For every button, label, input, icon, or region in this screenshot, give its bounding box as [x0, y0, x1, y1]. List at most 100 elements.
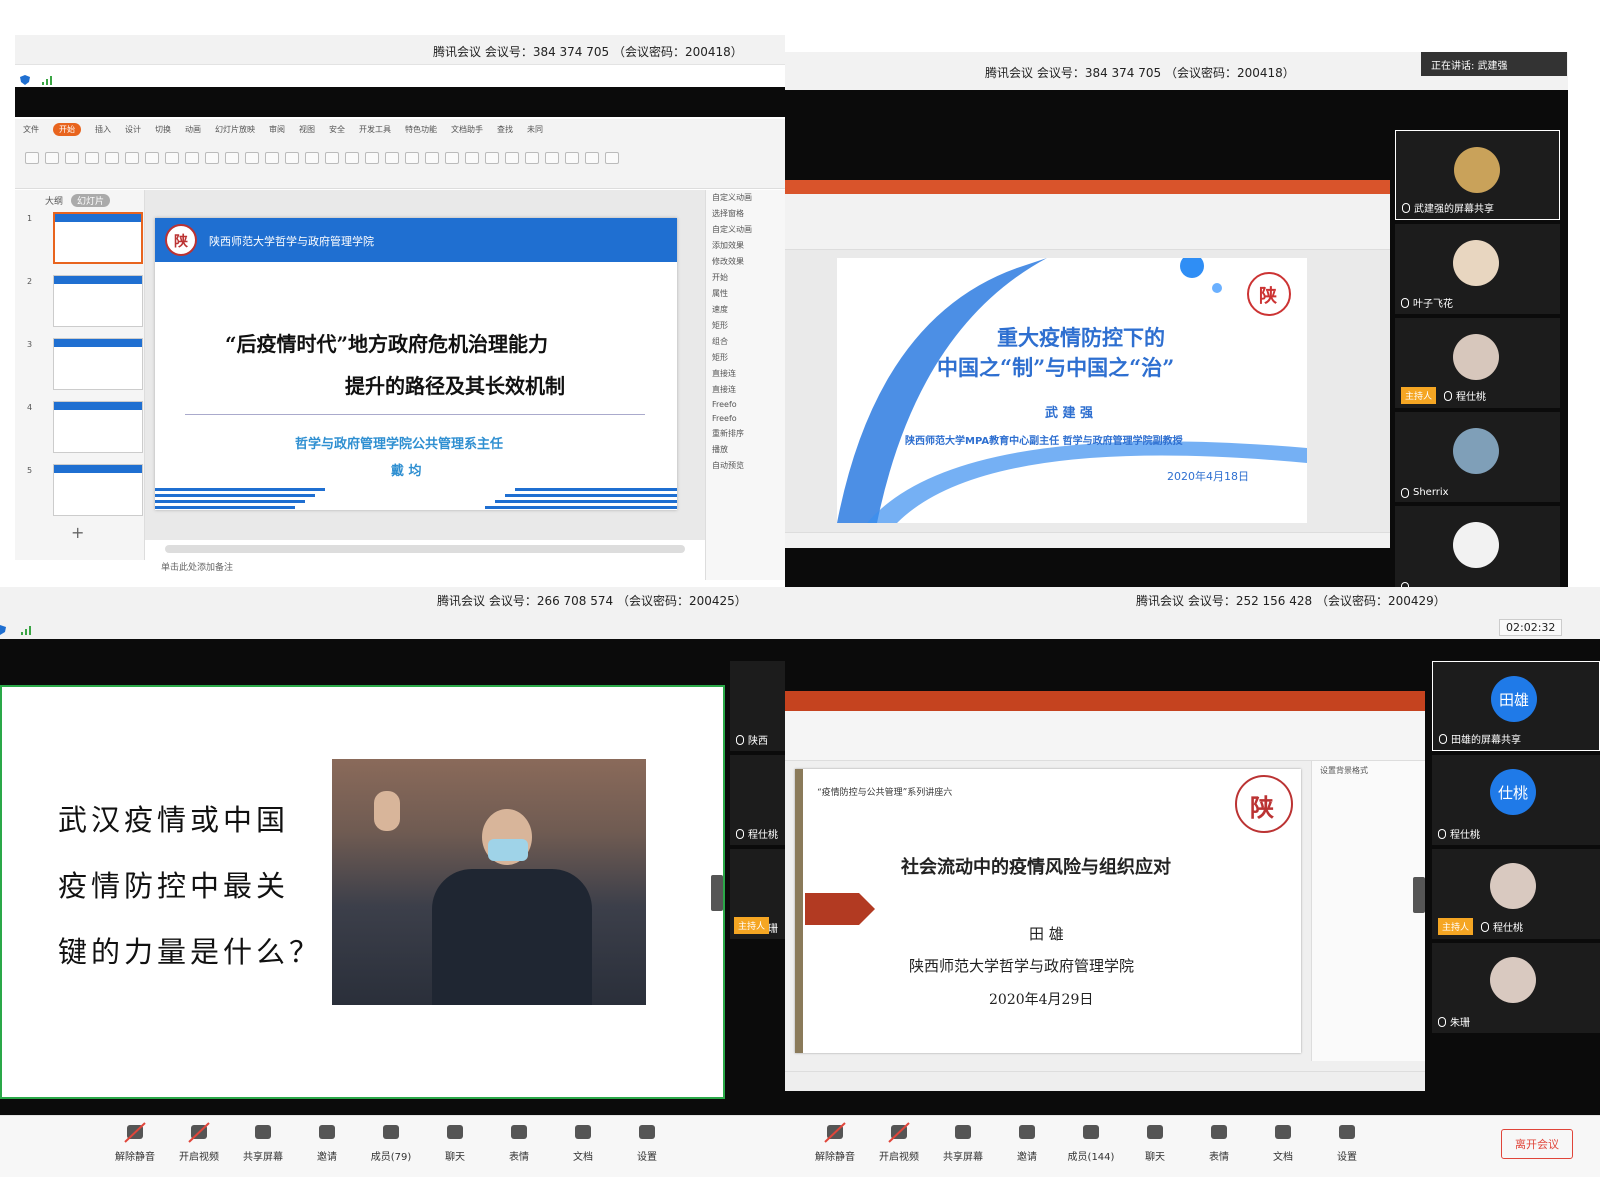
q1-hscrollbar[interactable]: [165, 545, 685, 553]
add-slide-icon[interactable]: +: [71, 523, 84, 542]
animation-panel-item[interactable]: 矩形: [712, 352, 779, 363]
ribbon-tool-icon[interactable]: [25, 152, 39, 164]
invite-button[interactable]: 邀请: [295, 1122, 359, 1163]
ribbon-tool-icon[interactable]: [165, 152, 179, 164]
ribbon-tool-icon[interactable]: [245, 152, 259, 164]
ribbon-tool-icon[interactable]: [105, 152, 119, 164]
animation-panel-item[interactable]: 选择窗格: [712, 208, 779, 219]
share-screen-button[interactable]: 共享屏幕: [931, 1122, 995, 1163]
slide-thumbnail[interactable]: [53, 275, 143, 327]
ribbon-tool-icon[interactable]: [85, 152, 99, 164]
participant-card[interactable]: 程仕桃: [730, 755, 785, 845]
video-button[interactable]: 开启视频: [867, 1122, 931, 1163]
ribbon-tool-icon[interactable]: [125, 152, 139, 164]
ribbon-tab[interactable]: 安全: [329, 124, 345, 135]
ribbon-tool-icon[interactable]: [585, 152, 599, 164]
ribbon-tab[interactable]: 审阅: [269, 124, 285, 135]
ribbon-tab[interactable]: 设计: [125, 124, 141, 135]
ribbon-tool-icon[interactable]: [65, 152, 79, 164]
ribbon-tool-icon[interactable]: [305, 152, 319, 164]
ribbon-tool-icon[interactable]: [445, 152, 459, 164]
ribbon-tool-icon[interactable]: [345, 152, 359, 164]
animation-panel-item[interactable]: 重新排序: [712, 428, 779, 439]
ribbon-tool-icon[interactable]: [285, 152, 299, 164]
ribbon-tab[interactable]: 文件: [23, 124, 39, 135]
animation-panel-item[interactable]: 自定义动画: [712, 192, 779, 203]
ribbon-tool-icon[interactable]: [385, 152, 399, 164]
slide-thumbnail[interactable]: [53, 338, 143, 390]
animation-panel-item[interactable]: 组合: [712, 336, 779, 347]
participant-card[interactable]: 仕桃 程仕桃: [1432, 755, 1600, 845]
ribbon-tool-icon[interactable]: [605, 152, 619, 164]
slide-thumbnail[interactable]: [53, 212, 143, 264]
pane-tab-outline[interactable]: 大纲: [45, 194, 63, 207]
ribbon-tool-icon[interactable]: [465, 152, 479, 164]
animation-panel-item[interactable]: 开始: [712, 272, 779, 283]
animation-panel-item[interactable]: Freefo: [712, 400, 779, 409]
ribbon-tool-icon[interactable]: [505, 152, 519, 164]
participant-card[interactable]: 武建强的屏幕共享: [1395, 130, 1560, 220]
members-button[interactable]: 成员(79): [359, 1122, 423, 1163]
leave-meeting-button[interactable]: 离开会议: [1501, 1129, 1573, 1159]
shield-icon[interactable]: [0, 621, 8, 640]
animation-panel-item[interactable]: 矩形: [712, 320, 779, 331]
emoji-button[interactable]: 表情: [1187, 1122, 1251, 1163]
ribbon-tool-icon[interactable]: [185, 152, 199, 164]
ribbon-tool-icon[interactable]: [485, 152, 499, 164]
participant-card[interactable]: 朱珊: [1432, 943, 1600, 1033]
ribbon-tool-icon[interactable]: [365, 152, 379, 164]
ribbon-tool-icon[interactable]: [545, 152, 559, 164]
animation-panel-item[interactable]: 直接连: [712, 384, 779, 395]
docs-button[interactable]: 文档: [551, 1122, 615, 1163]
ribbon-tool-icon[interactable]: [525, 152, 539, 164]
members-button[interactable]: 成员(144): [1059, 1122, 1123, 1163]
ribbon-tool-icon[interactable]: [325, 152, 339, 164]
ribbon-tool-icon[interactable]: [225, 152, 239, 164]
ribbon-tool-icon[interactable]: [45, 152, 59, 164]
ribbon-tab[interactable]: 幻灯片放映: [215, 124, 255, 135]
share-screen-button[interactable]: 共享屏幕: [231, 1122, 295, 1163]
ribbon-tab[interactable]: 切换: [155, 124, 171, 135]
animation-panel-item[interactable]: 自动预览: [712, 460, 779, 471]
participant-card[interactable]: 主持人 程仕桃: [1432, 849, 1600, 939]
pane-tab-slides[interactable]: 幻灯片: [71, 194, 111, 207]
animation-panel-item[interactable]: 属性: [712, 288, 779, 299]
unmute-button[interactable]: 解除静音: [803, 1122, 867, 1163]
emoji-button[interactable]: 表情: [487, 1122, 551, 1163]
ribbon-tool-icon[interactable]: [405, 152, 419, 164]
chat-button[interactable]: 聊天: [423, 1122, 487, 1163]
ribbon-tab[interactable]: 未同: [527, 124, 543, 135]
ribbon-tab[interactable]: 开始: [53, 123, 81, 136]
ribbon-tab[interactable]: 查找: [497, 124, 513, 135]
participant-card[interactable]: 主持人 程仕桃: [1395, 318, 1560, 408]
unmute-button[interactable]: 解除静音: [103, 1122, 167, 1163]
ribbon-tab[interactable]: 开发工具: [359, 124, 391, 135]
ribbon-tab[interactable]: 视图: [299, 124, 315, 135]
animation-panel-item[interactable]: 添加效果: [712, 240, 779, 251]
ribbon-tab[interactable]: 文档助手: [451, 124, 483, 135]
participant-card[interactable]: 田雄 田雄的屏幕共享: [1432, 661, 1600, 751]
ribbon-tool-icon[interactable]: [205, 152, 219, 164]
slide-thumbnail[interactable]: [53, 401, 143, 453]
invite-button[interactable]: 邀请: [995, 1122, 1059, 1163]
participant-card[interactable]: [1395, 506, 1560, 587]
docs-button[interactable]: 文档: [1251, 1122, 1315, 1163]
ribbon-tool-icon[interactable]: [145, 152, 159, 164]
settings-button[interactable]: 设置: [615, 1122, 679, 1163]
participant-card[interactable]: 叶子飞花: [1395, 224, 1560, 314]
signal-icon[interactable]: [20, 621, 32, 640]
q3-next-arrow[interactable]: [711, 875, 723, 911]
video-button[interactable]: 开启视频: [167, 1122, 231, 1163]
animation-panel-item[interactable]: 自定义动画: [712, 224, 779, 235]
q1-notes[interactable]: 单击此处添加备注: [145, 557, 705, 575]
q4-next-arrow[interactable]: [1413, 877, 1425, 913]
ribbon-tool-icon[interactable]: [425, 152, 439, 164]
ribbon-tab[interactable]: 特色功能: [405, 124, 437, 135]
animation-panel-item[interactable]: 播放: [712, 444, 779, 455]
settings-button[interactable]: 设置: [1315, 1122, 1379, 1163]
animation-panel-item[interactable]: 速度: [712, 304, 779, 315]
ribbon-tool-icon[interactable]: [265, 152, 279, 164]
slide-thumbnail[interactable]: [53, 464, 143, 516]
participant-card[interactable]: Sherrix: [1395, 412, 1560, 502]
animation-panel-item[interactable]: 直接连: [712, 368, 779, 379]
